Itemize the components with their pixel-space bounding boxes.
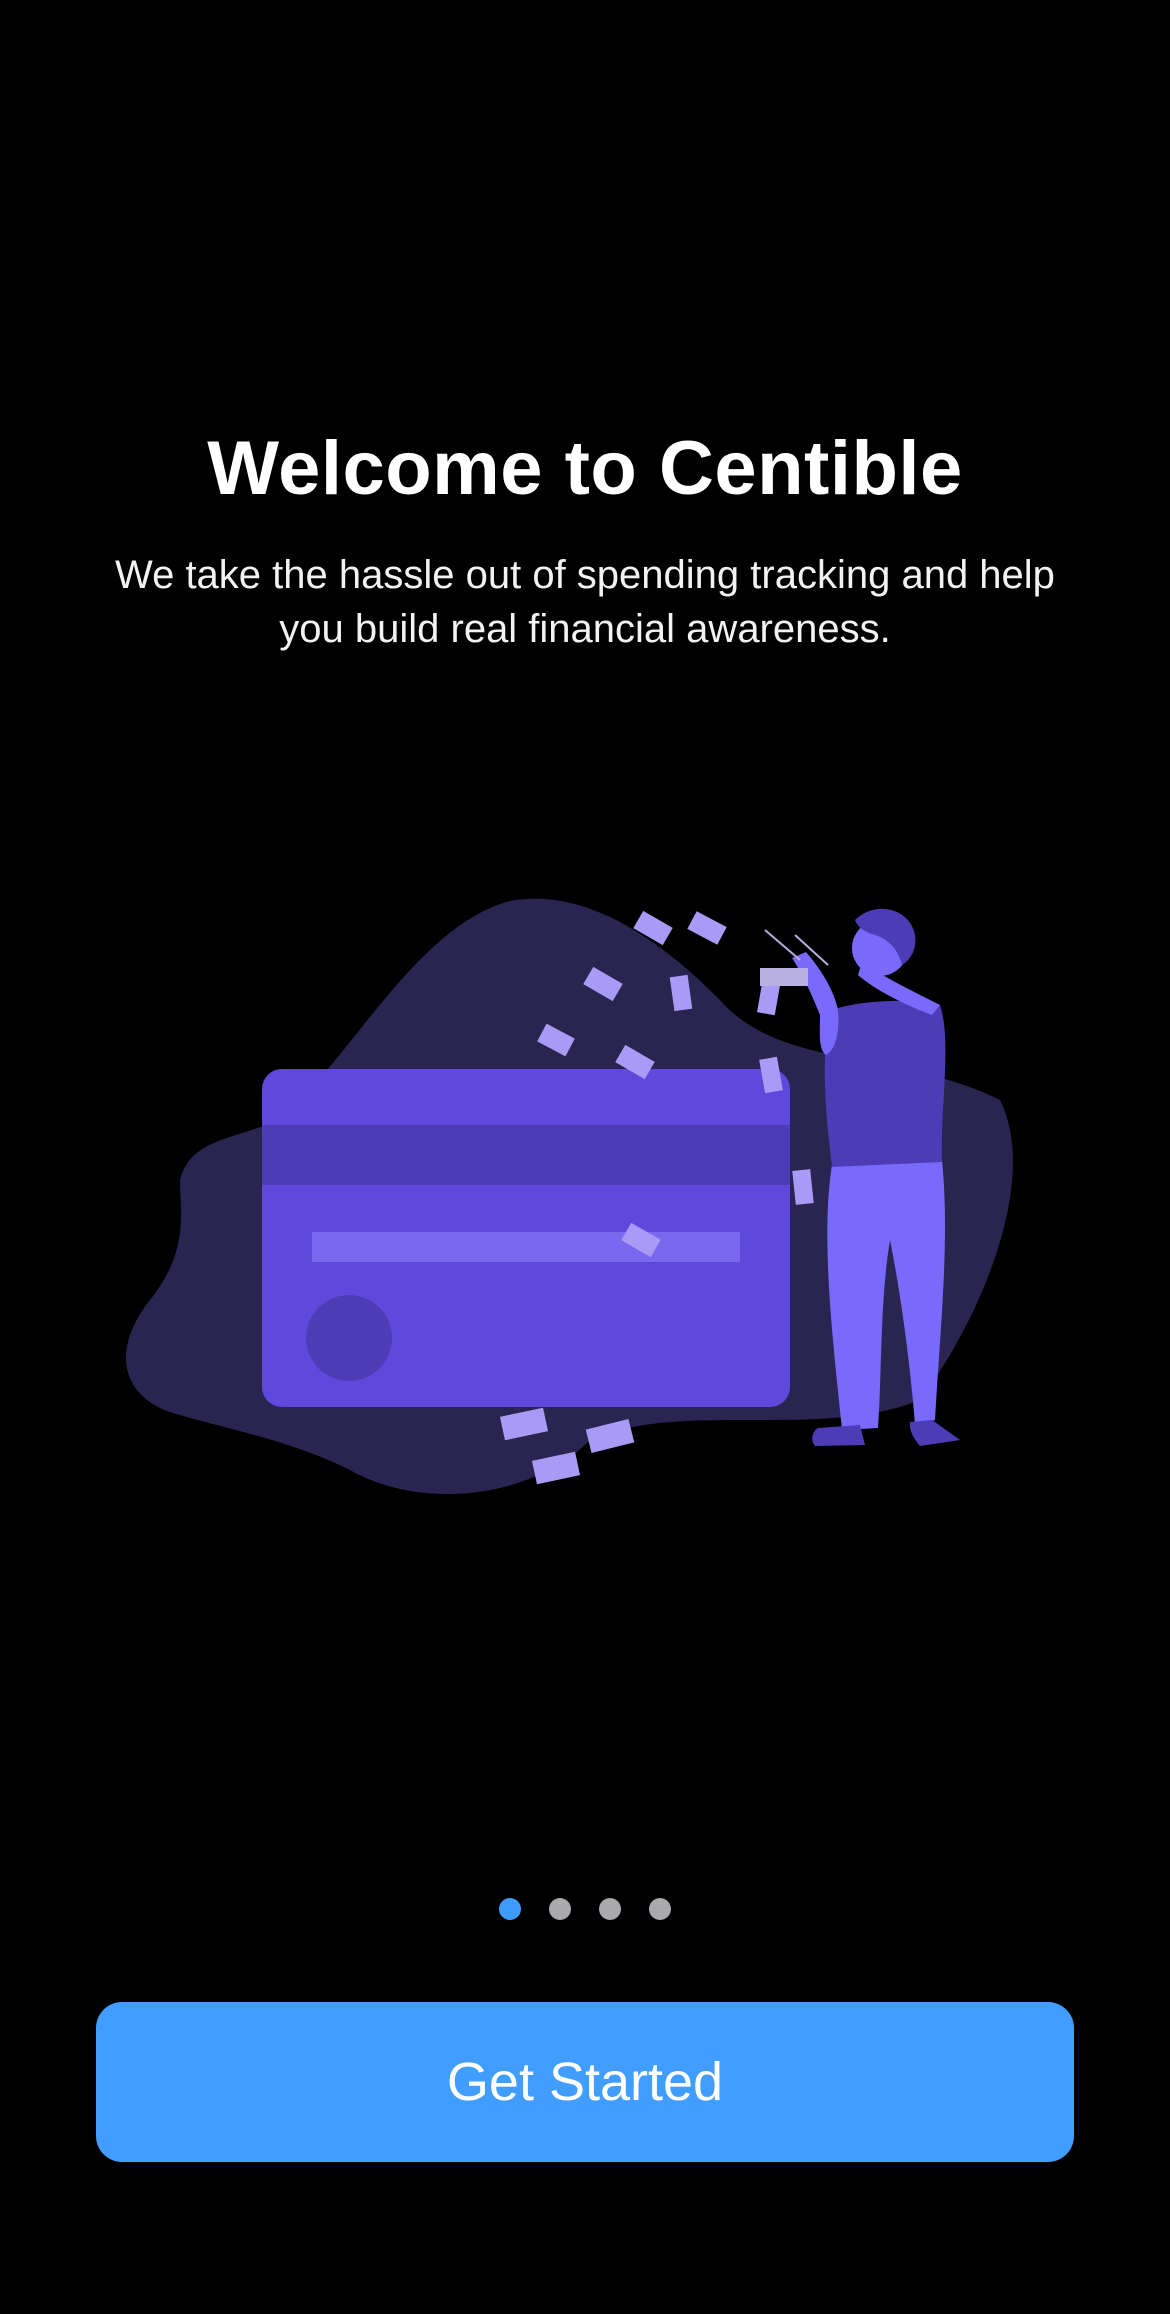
get-started-button[interactable]: Get Started — [96, 2002, 1074, 2162]
page-dot-3[interactable] — [599, 1898, 621, 1920]
page-dot-2[interactable] — [549, 1898, 571, 1920]
page-title: Welcome to Centible — [207, 426, 963, 511]
page-indicator — [0, 1898, 1170, 1922]
credit-card-person-illustration — [126, 898, 1013, 1494]
page-dot-4[interactable] — [649, 1898, 671, 1920]
credit-card-icon — [262, 1069, 790, 1407]
page-dot-1[interactable] — [499, 1898, 521, 1920]
page-subtitle: We take the hassle out of spending track… — [115, 553, 1055, 651]
